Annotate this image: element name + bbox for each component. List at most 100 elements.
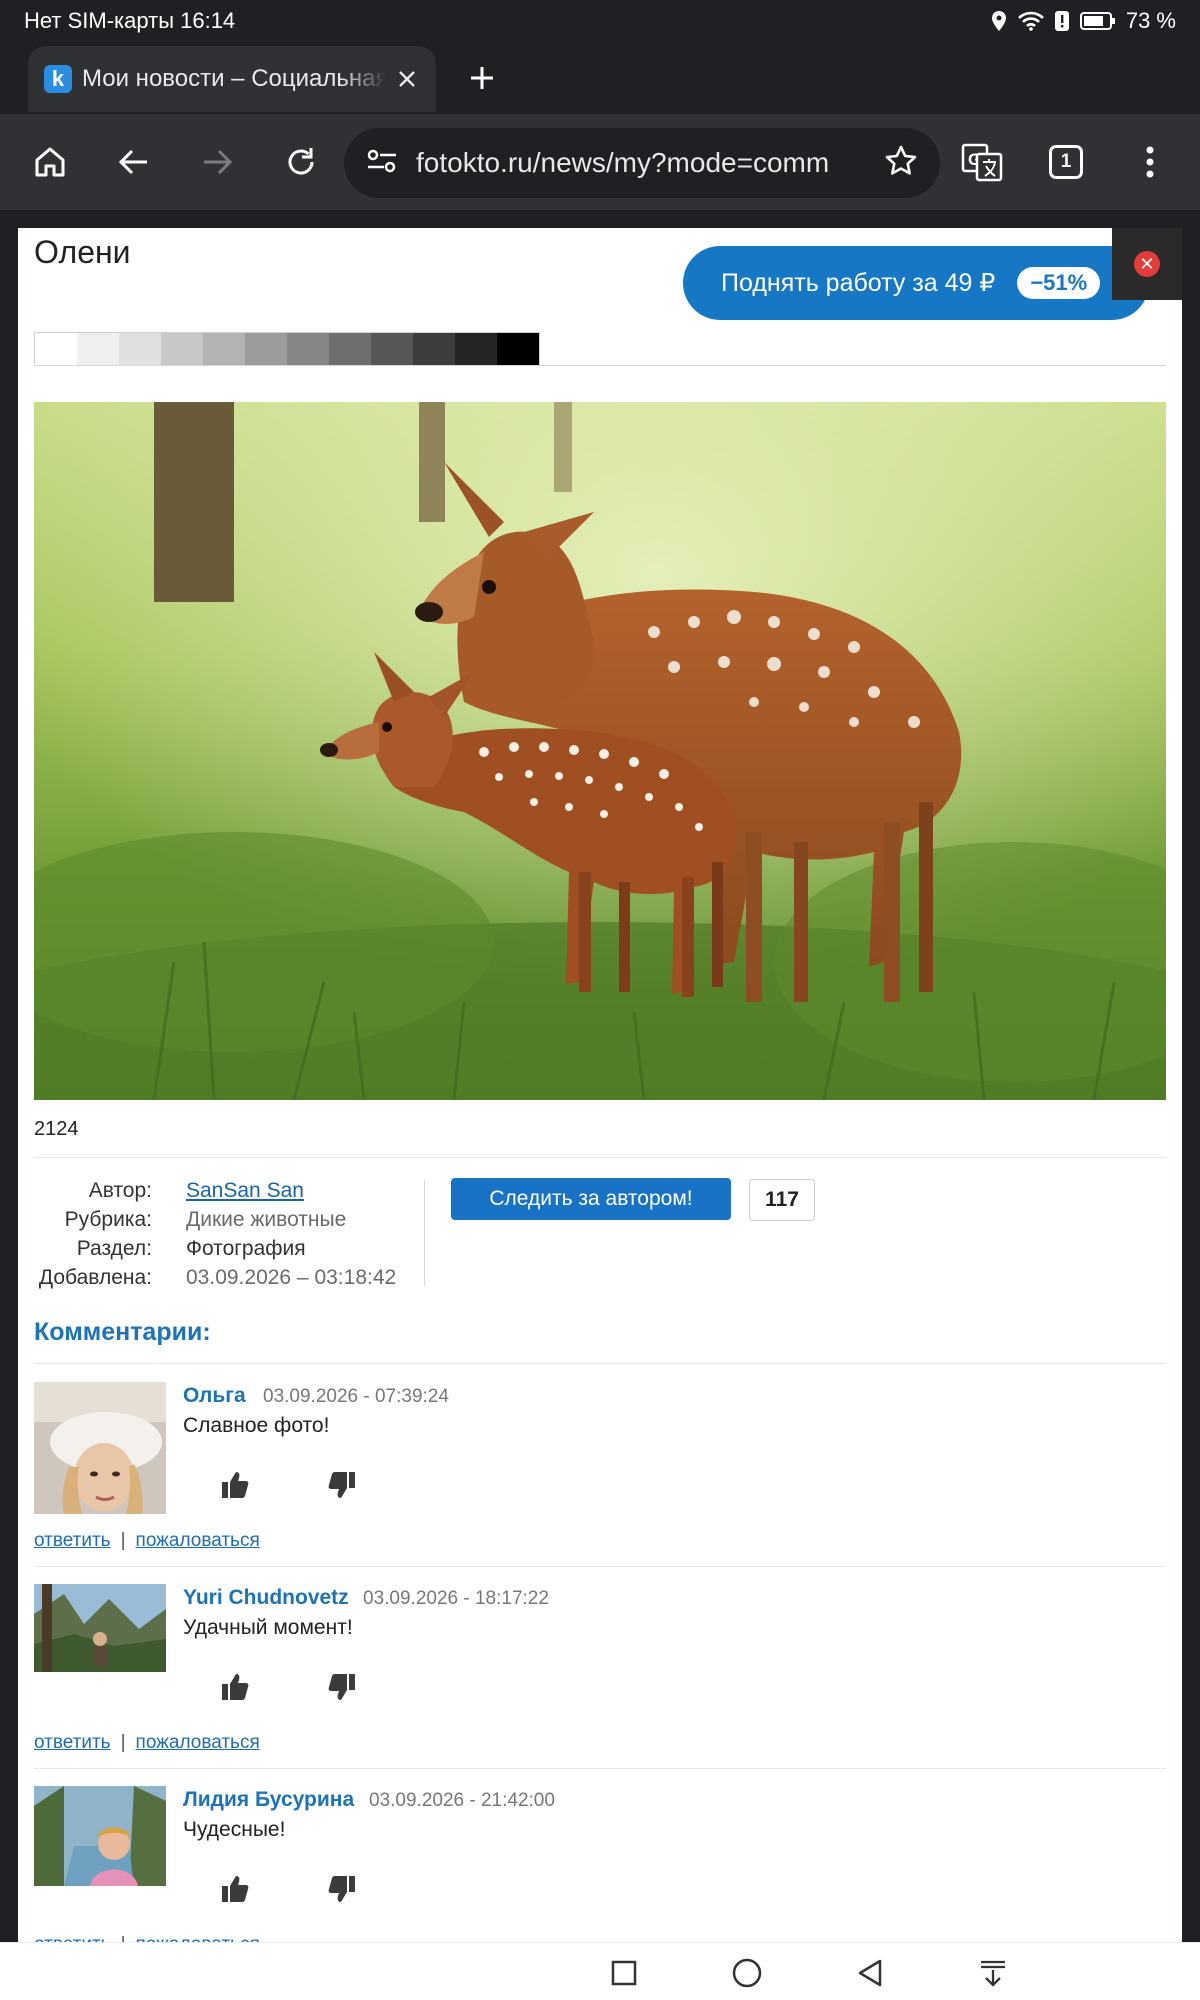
status-bar: Нет SIM-карты 16:14 73 % bbox=[0, 0, 1200, 42]
follow-author-button[interactable]: Следить за автором! bbox=[451, 1178, 731, 1220]
status-carrier-time: Нет SIM-карты 16:14 bbox=[24, 8, 236, 33]
tab-active[interactable]: k Мои новости – Социальная bbox=[28, 46, 436, 112]
meta-rubric-row: Рубрика: Дикие животные bbox=[34, 1205, 396, 1234]
swatch-4[interactable] bbox=[161, 333, 203, 365]
comment-text: Славное фото! bbox=[183, 1414, 330, 1437]
tab-switcher-button[interactable]: 1 bbox=[1042, 138, 1090, 186]
meta-added-row: Добавлена: 03.09.2026 – 03:18:42 bbox=[34, 1263, 396, 1292]
swatch-1[interactable] bbox=[35, 333, 77, 365]
comment-date: 03.09.2026 - 07:39:24 bbox=[263, 1386, 449, 1407]
photo-image[interactable] bbox=[34, 402, 1166, 1100]
divider bbox=[34, 365, 1166, 366]
comment-actions: ответить | пожаловаться bbox=[34, 1934, 260, 1942]
avatar[interactable] bbox=[34, 1382, 166, 1514]
divider bbox=[34, 1566, 1166, 1567]
swatch-6[interactable] bbox=[245, 333, 287, 365]
separator: | bbox=[120, 1732, 126, 1753]
divider bbox=[34, 1768, 1166, 1769]
meta-author-label: Автор: bbox=[88, 1178, 152, 1202]
comment-actions: ответить | пожаловаться bbox=[34, 1530, 260, 1552]
web-page: Олени Поднять работу за 49 ₽ −51% ✕ 2124… bbox=[18, 228, 1182, 1942]
battery-percent: 73 % bbox=[1125, 8, 1176, 33]
notification-pull-icon[interactable] bbox=[973, 1955, 1013, 1991]
photo-number: 2124 bbox=[34, 1118, 79, 1140]
home-icon[interactable] bbox=[26, 138, 74, 186]
bookmark-star-icon[interactable] bbox=[884, 144, 918, 183]
swatch-10[interactable] bbox=[413, 333, 455, 365]
comment-author[interactable]: Лидия Бусурина bbox=[183, 1788, 354, 1812]
back-icon[interactable] bbox=[110, 138, 158, 186]
thumbs-down-icon[interactable] bbox=[327, 1672, 359, 1704]
close-icon: ✕ bbox=[1134, 251, 1160, 277]
reply-link[interactable]: ответить bbox=[34, 1732, 111, 1753]
divider bbox=[34, 1157, 1166, 1158]
photo-meta: Автор: SanSan San Рубрика: Дикие животны… bbox=[34, 1176, 396, 1292]
site-favicon: k bbox=[44, 65, 72, 93]
author-link[interactable]: SanSan San bbox=[186, 1179, 304, 1203]
swatch-9[interactable] bbox=[371, 333, 413, 365]
meta-section-value: Фотография bbox=[186, 1236, 306, 1260]
url-text[interactable]: fotokto.ru/news/my?mode=comm bbox=[416, 147, 884, 179]
comment-date: 03.09.2026 - 21:42:00 bbox=[369, 1790, 555, 1811]
swatch-11[interactable] bbox=[455, 333, 497, 365]
promo-button[interactable]: Поднять работу за 49 ₽ −51% bbox=[683, 246, 1149, 320]
thumbs-down-icon[interactable] bbox=[327, 1470, 359, 1502]
site-settings-icon[interactable] bbox=[366, 146, 398, 181]
swatch-8[interactable] bbox=[329, 333, 371, 365]
browser-toolbar: fotokto.ru/news/my?mode=comm G 1 bbox=[0, 114, 1200, 210]
avatar[interactable] bbox=[34, 1584, 166, 1672]
new-tab-icon[interactable] bbox=[460, 56, 504, 100]
tab-title: Мои новости – Социальная bbox=[82, 65, 386, 92]
comment-text: Удачный момент! bbox=[183, 1616, 353, 1639]
photo-title: Олени bbox=[34, 234, 131, 270]
translate-icon[interactable]: G bbox=[958, 138, 1006, 186]
meta-section-label: Раздел: bbox=[76, 1236, 152, 1260]
reply-link[interactable]: ответить bbox=[34, 1934, 111, 1942]
reload-icon[interactable] bbox=[277, 138, 325, 186]
swatch-7[interactable] bbox=[287, 333, 329, 365]
comment-date: 03.09.2026 - 18:17:22 bbox=[363, 1588, 549, 1609]
thumbs-up-icon[interactable] bbox=[220, 1470, 252, 1502]
forward-icon[interactable] bbox=[193, 138, 241, 186]
thumbs-down-icon[interactable] bbox=[327, 1874, 359, 1906]
discount-badge: −51% bbox=[1017, 267, 1101, 299]
promo-label: Поднять работу за 49 ₽ bbox=[721, 269, 996, 297]
wifi-icon bbox=[1017, 11, 1044, 31]
comment-author[interactable]: Yuri Chudnovetz bbox=[183, 1586, 349, 1610]
comment-actions: ответить | пожаловаться bbox=[34, 1732, 260, 1754]
address-bar[interactable]: fotokto.ru/news/my?mode=comm bbox=[344, 128, 940, 198]
back-triangle-icon[interactable] bbox=[850, 1955, 890, 1991]
home-circle-icon[interactable] bbox=[727, 1955, 767, 1991]
reply-link[interactable]: ответить bbox=[34, 1530, 111, 1551]
swatch-3[interactable] bbox=[119, 333, 161, 365]
complain-link[interactable]: пожаловаться bbox=[136, 1530, 260, 1551]
separator: | bbox=[120, 1530, 126, 1551]
location-icon bbox=[990, 10, 1008, 32]
recents-square-icon[interactable] bbox=[604, 1955, 644, 1991]
swatch-2[interactable] bbox=[77, 333, 119, 365]
separator: | bbox=[121, 1934, 126, 1942]
comments-heading: Комментарии: bbox=[34, 1318, 211, 1346]
thumbs-up-icon[interactable] bbox=[220, 1672, 252, 1704]
system-nav-bar bbox=[0, 1942, 1200, 2000]
divider bbox=[34, 1363, 1166, 1364]
tab-count: 1 bbox=[1049, 145, 1083, 179]
complain-link[interactable]: пожаловаться bbox=[136, 1934, 260, 1942]
meta-rubric-value: Дикие животные bbox=[186, 1207, 347, 1231]
menu-dots-icon[interactable] bbox=[1126, 138, 1174, 186]
meta-added-label: Добавлена: bbox=[38, 1265, 152, 1289]
thumbs-up-icon[interactable] bbox=[220, 1874, 252, 1906]
tab-strip: k Мои новости – Социальная bbox=[0, 42, 1200, 114]
follower-count: 117 bbox=[749, 1179, 815, 1221]
tab-close-icon[interactable] bbox=[394, 66, 420, 92]
divider bbox=[424, 1180, 425, 1286]
swatch-5[interactable] bbox=[203, 333, 245, 365]
meta-author-row: Автор: SanSan San bbox=[34, 1176, 396, 1205]
complain-link[interactable]: пожаловаться bbox=[136, 1732, 260, 1753]
comment-text: Чудесные! bbox=[183, 1818, 286, 1841]
swatch-12[interactable] bbox=[497, 333, 539, 365]
meta-rubric-label: Рубрика: bbox=[64, 1207, 152, 1231]
promo-close-button[interactable]: ✕ bbox=[1112, 228, 1182, 300]
comment-author[interactable]: Ольга bbox=[183, 1384, 246, 1408]
avatar[interactable] bbox=[34, 1786, 166, 1886]
